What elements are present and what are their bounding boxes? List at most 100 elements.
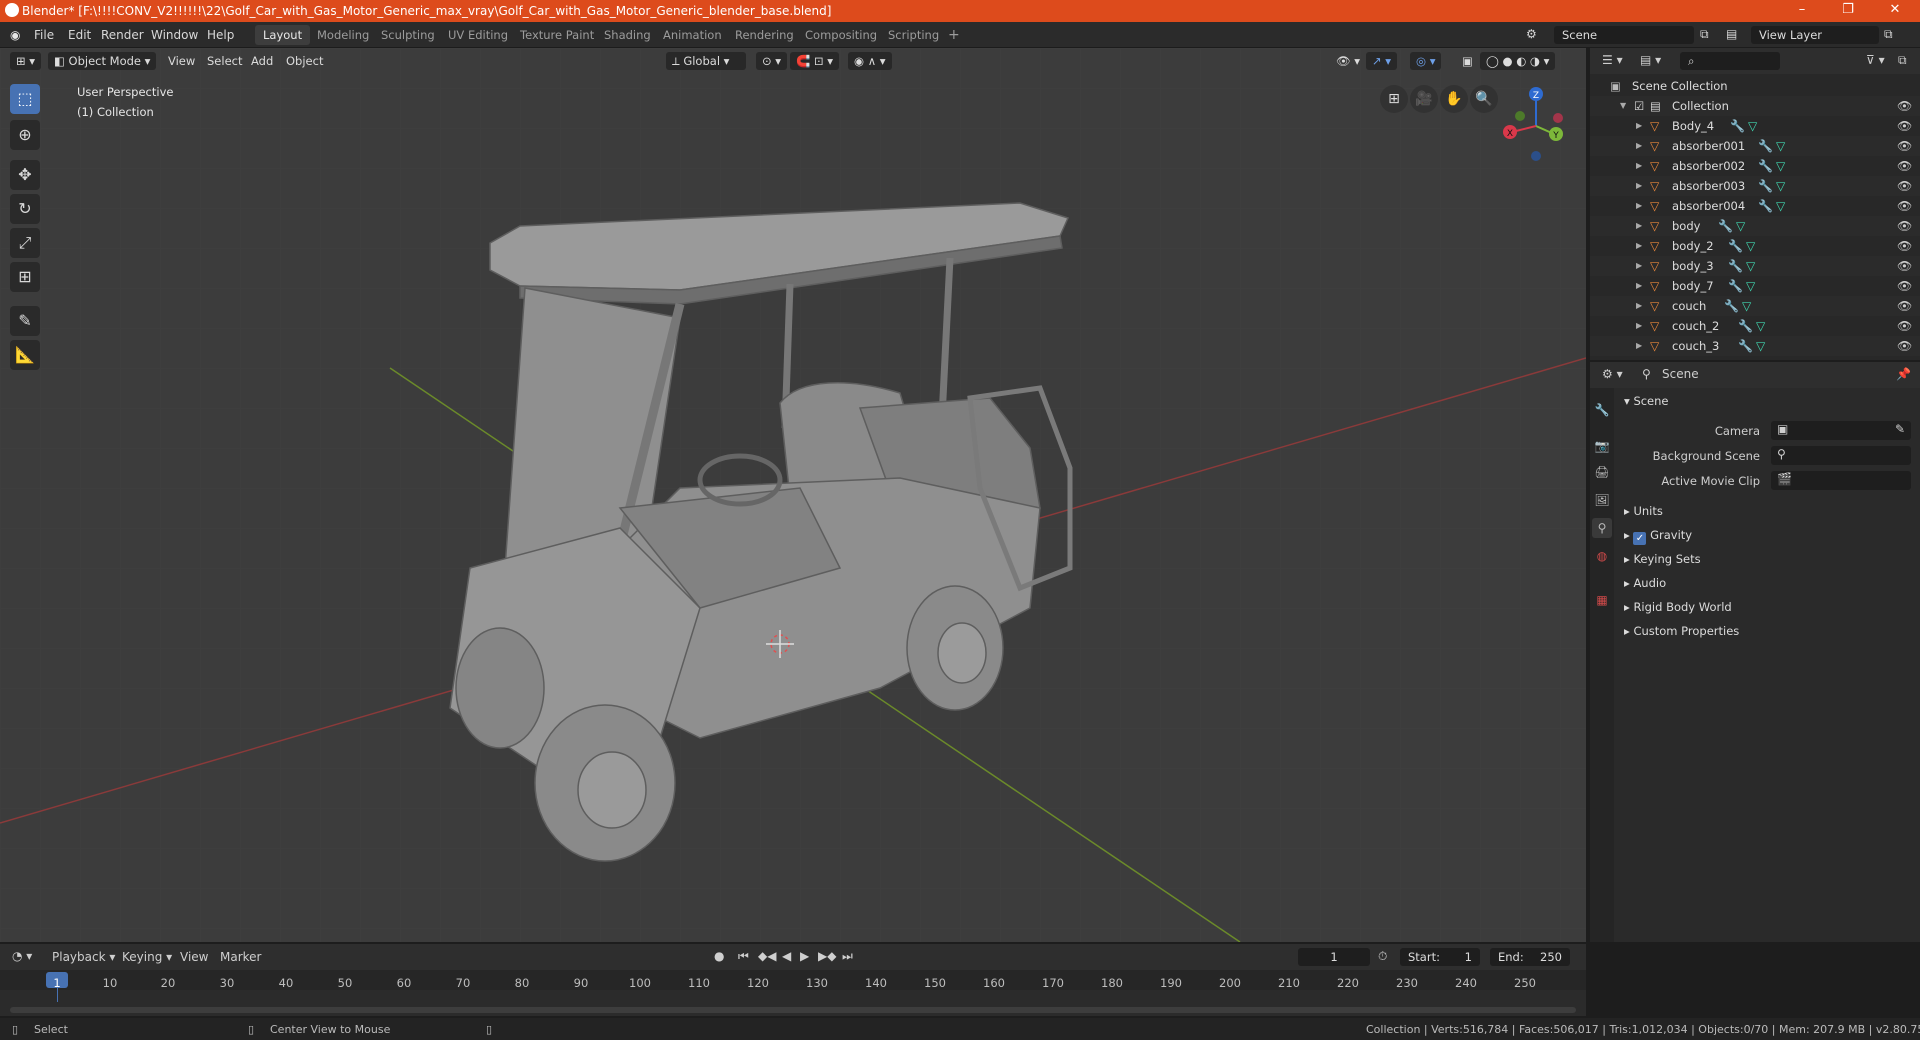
visibility-eye-icon[interactable]: 👁	[1897, 236, 1912, 256]
render-tab-icon[interactable]: 📷	[1592, 436, 1612, 456]
visibility-eye-icon[interactable]: 👁	[1897, 276, 1912, 296]
expand-arrow-icon[interactable]: ▶	[1636, 176, 1642, 196]
modifier-wrench-icon[interactable]: 🔧	[1730, 116, 1745, 136]
outliner-editor-type-icon[interactable]: ☰ ▾	[1602, 53, 1623, 67]
eyedropper-icon[interactable]: ✎	[1895, 422, 1905, 436]
object-mode-dropdown[interactable]: ◧ Object Mode ▾	[48, 52, 156, 70]
play-reverse-icon[interactable]: ◀	[782, 949, 791, 963]
add-workspace-button[interactable]: +	[940, 25, 968, 45]
measure-tool-icon[interactable]: 📐	[10, 340, 40, 370]
start-frame-field[interactable]: Start: 1	[1400, 948, 1480, 966]
display-mode-icon[interactable]: ▤ ▾	[1640, 53, 1661, 67]
viewport-menu-select[interactable]: Select	[201, 52, 248, 70]
scene-name-field[interactable]: Scene	[1554, 26, 1694, 44]
visibility-eye-icon[interactable]: 👁	[1897, 196, 1912, 216]
scale-tool-icon[interactable]: ⤢	[10, 228, 40, 258]
visibility-icon[interactable]: 👁 ▾	[1330, 52, 1366, 70]
workspace-tab-layout[interactable]: Layout	[255, 25, 311, 45]
outliner-item[interactable]: ▶ ▽ couch_2 🔧 ▽ 👁	[1590, 316, 1920, 336]
expand-arrow-icon[interactable]: ▶	[1636, 336, 1642, 356]
expand-arrow-icon[interactable]: ▶	[1636, 196, 1642, 216]
active-movie-clip-field[interactable]: 🎬	[1771, 471, 1911, 490]
modifier-wrench-icon[interactable]: 🔧	[1758, 136, 1773, 156]
mesh-data-icon[interactable]: ▽	[1746, 256, 1755, 276]
menu-file[interactable]: File	[34, 28, 54, 42]
record-button-icon[interactable]: ●	[714, 949, 724, 963]
modifier-wrench-icon[interactable]: 🔧	[1728, 276, 1743, 296]
outliner-item[interactable]: ▶ ▽ body 🔧 ▽ 👁	[1590, 216, 1920, 236]
outliner-item[interactable]: ▶ ▽ absorber001 🔧 ▽ 👁	[1590, 136, 1920, 156]
visibility-eye-icon[interactable]: 👁	[1897, 296, 1912, 316]
timeline-menu-playback[interactable]: Playback ▾	[52, 950, 115, 964]
overlays-toggle-icon[interactable]: ◎ ▾	[1410, 52, 1442, 70]
timeline-menu-view[interactable]: View	[180, 950, 208, 964]
maximize-button[interactable]: ❐	[1833, 2, 1863, 17]
properties-editor-type-icon[interactable]: ⚙ ▾	[1602, 367, 1623, 381]
visibility-eye-icon[interactable]: 👁	[1897, 156, 1912, 176]
workspace-tab-texture-paint[interactable]: Texture Paint	[512, 25, 602, 45]
menu-window[interactable]: Window	[151, 28, 198, 42]
menu-help[interactable]: Help	[207, 28, 234, 42]
visibility-eye-icon[interactable]: 👁	[1897, 136, 1912, 156]
viewport-menu-object[interactable]: Object	[280, 52, 329, 70]
new-scene-icon[interactable]: ⧉	[1700, 27, 1709, 42]
outliner-item[interactable]: ▶ ▽ body_3 🔧 ▽ 👁	[1590, 256, 1920, 276]
visibility-eye-icon[interactable]: 👁	[1897, 176, 1912, 196]
outliner-item[interactable]: ▶ ▽ couch 🔧 ▽ 👁	[1590, 296, 1920, 316]
menu-render[interactable]: Render	[101, 28, 144, 42]
expand-arrow-icon[interactable]: ▶	[1636, 236, 1642, 256]
xray-toggle-icon[interactable]: ▣	[1456, 52, 1479, 70]
mesh-data-icon[interactable]: ▽	[1748, 116, 1757, 136]
expand-arrow-icon[interactable]: ▶	[1636, 316, 1642, 336]
camera-field[interactable]: ▣ ✎	[1771, 421, 1911, 440]
expand-arrow-icon[interactable]: ▶	[1636, 116, 1642, 136]
view-layer-field[interactable]: View Layer	[1751, 26, 1879, 44]
timeline-editor-type-icon[interactable]: ◔ ▾	[12, 949, 32, 963]
move-tool-icon[interactable]: ✥	[10, 160, 40, 190]
jump-to-keyframe-forward-icon[interactable]: ▶◆	[818, 949, 836, 963]
gizmo-toggle-icon[interactable]: ↗ ▾	[1366, 52, 1398, 70]
outliner-collection[interactable]: ▼ ☑ ▤ Collection 👁	[1590, 96, 1920, 116]
close-button[interactable]: ✕	[1880, 2, 1910, 17]
visibility-eye-icon[interactable]: 👁	[1897, 96, 1912, 116]
transform-tool-icon[interactable]: ⊞	[10, 262, 40, 292]
jump-to-end-icon[interactable]: ⏭	[842, 949, 853, 964]
viewport-menu-view[interactable]: View	[162, 52, 201, 70]
keying-sets-panel-header[interactable]: ▸ Keying Sets	[1624, 552, 1701, 566]
end-frame-field[interactable]: End: 250	[1490, 948, 1570, 966]
background-scene-field[interactable]: ⚲	[1771, 446, 1911, 465]
outliner-item[interactable]: ▶ ▽ absorber002 🔧 ▽ 👁	[1590, 156, 1920, 176]
workspace-tab-modeling[interactable]: Modeling	[309, 25, 377, 45]
rigid-body-world-panel-header[interactable]: ▸ Rigid Body World	[1624, 600, 1732, 614]
expand-arrow-icon[interactable]: ▼	[1620, 96, 1626, 116]
pivot-point-icon[interactable]: ⊙ ▾	[756, 52, 788, 70]
view-layer-tab-icon[interactable]: 🖼	[1592, 490, 1612, 510]
modifier-wrench-icon[interactable]: 🔧	[1724, 296, 1739, 316]
visibility-eye-icon[interactable]: 👁	[1897, 336, 1912, 356]
visibility-eye-icon[interactable]: 👁	[1897, 216, 1912, 236]
menu-edit[interactable]: Edit	[68, 28, 91, 42]
gravity-checkbox[interactable]: ✓	[1633, 532, 1647, 545]
workspace-tab-shading[interactable]: Shading	[596, 25, 659, 45]
blender-menu-icon[interactable]: ◉	[10, 28, 20, 42]
mesh-data-icon[interactable]: ▽	[1742, 296, 1751, 316]
view-layer-browse-icon[interactable]: ▤	[1726, 27, 1737, 41]
scene-tab-icon[interactable]: ⚲	[1592, 518, 1612, 538]
pan-view-icon[interactable]: ✋	[1440, 85, 1468, 113]
transform-orientation-dropdown[interactable]: ⟂ Global ▾	[666, 52, 746, 70]
expand-arrow-icon[interactable]: ▶	[1636, 256, 1642, 276]
new-collection-icon[interactable]: ⧉	[1898, 53, 1907, 68]
visibility-eye-icon[interactable]: 👁	[1897, 116, 1912, 136]
snap-icon[interactable]: 🧲 ⊡ ▾	[790, 52, 840, 70]
current-frame-field[interactable]: 1	[1298, 948, 1370, 966]
modifier-wrench-icon[interactable]: 🔧	[1738, 316, 1753, 336]
toggle-grid-view-icon[interactable]: ⊞	[1380, 85, 1408, 113]
outliner-item[interactable]: ▶ ▽ absorber004 🔧 ▽ 👁	[1590, 196, 1920, 216]
timeline-menu-keying[interactable]: Keying ▾	[122, 950, 172, 964]
outliner-search-input[interactable]: ⌕	[1680, 52, 1780, 70]
select-box-tool-icon[interactable]: ⬚	[10, 84, 40, 114]
scene-browse-icon[interactable]: ⚙	[1526, 27, 1537, 41]
filter-icon[interactable]: ⊽ ▾	[1866, 53, 1885, 67]
custom-properties-panel-header[interactable]: ▸ Custom Properties	[1624, 624, 1739, 638]
modifier-wrench-icon[interactable]: 🔧	[1758, 156, 1773, 176]
